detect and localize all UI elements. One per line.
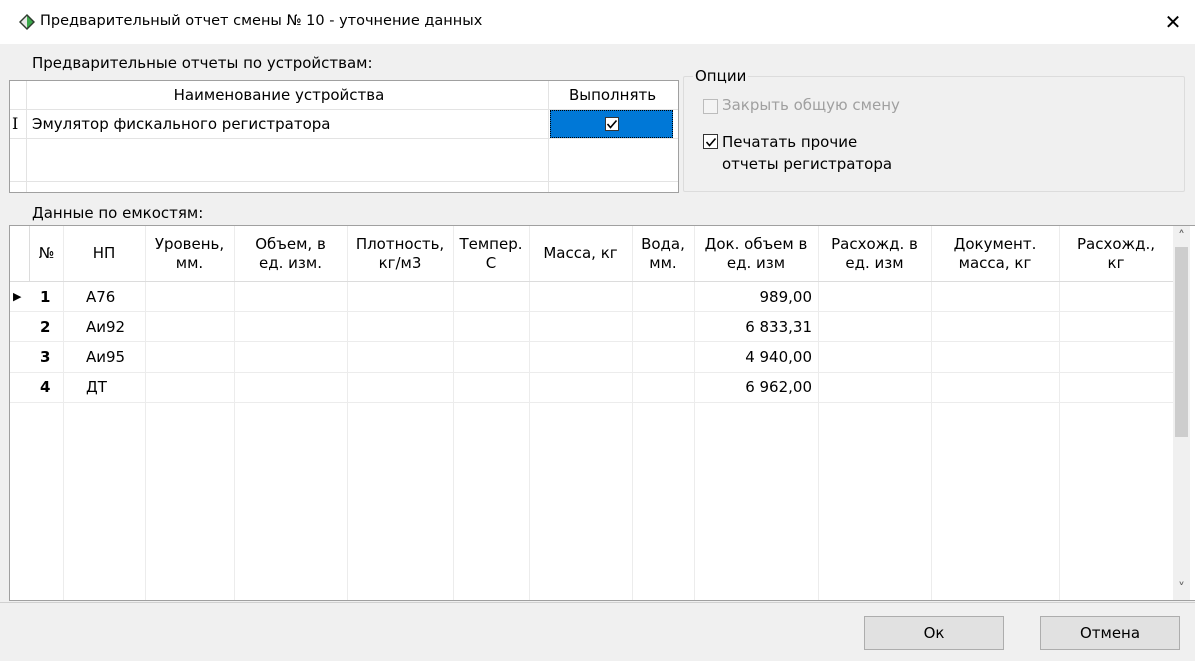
row-divider (10, 372, 1173, 373)
checkbox-box (703, 99, 718, 114)
row-np-cell: Аи92 (86, 318, 126, 336)
col-volume-header-line2: ед. изм. (259, 253, 322, 272)
column-divider (931, 226, 932, 600)
col-water-header[interactable]: Вода, мм. (632, 226, 694, 281)
column-divider (145, 226, 146, 600)
row-num-cell: 2 (40, 318, 51, 336)
col-water-header-line1: Вода, (641, 234, 685, 253)
close-shift-label: Закрыть общую смену (722, 96, 900, 114)
current-row-indicator-icon: ▶ (13, 290, 22, 303)
col-num-header[interactable]: № (30, 226, 63, 281)
checkbox-box (703, 134, 718, 149)
col-mass-header[interactable]: Масса, кг (529, 226, 632, 281)
window-title: Предварительный отчет смены № 10 - уточн… (40, 13, 483, 29)
col-water-header-line2: мм. (649, 253, 677, 272)
checkmark-icon (705, 137, 716, 147)
col-level-header-line1: Уровень, (154, 234, 225, 253)
col-temp-header[interactable]: Темпер. С (453, 226, 529, 281)
col-docvolume-header[interactable]: Док. объем в ед. изм (694, 226, 818, 281)
device-name-cell[interactable]: Эмулятор фискального регистратора (32, 110, 331, 138)
col-diff-header[interactable]: Расхожд. в ед. изм (818, 226, 931, 281)
devices-section-label: Предварительные отчеты по устройствам: (32, 54, 373, 72)
row-divider (10, 341, 1173, 342)
col-diff-header-line1: Расхожд. в (831, 234, 918, 253)
tanks-section-label: Данные по емкостям: (32, 204, 204, 222)
row-divider (10, 402, 1173, 403)
row-divider (10, 311, 1173, 312)
row-divider (10, 138, 678, 139)
devices-grid-header: Наименование устройства Выполнять (10, 81, 678, 110)
col-diffkg-header-line2: кг (1107, 253, 1125, 272)
col-density-header[interactable]: Плотность, кг/м3 (347, 226, 453, 281)
row-indicator-divider (26, 81, 27, 192)
row-docvolume-cell: 6 833,31 (745, 318, 812, 336)
tanks-grid[interactable]: № НП Уровень, мм. Объем, в ед. изм. Плотно… (9, 225, 1195, 601)
header-bottom-line (10, 281, 1173, 282)
column-divider (1059, 226, 1060, 600)
row-np-cell: Аи95 (86, 348, 126, 366)
row-divider (10, 181, 678, 182)
scrollbar-thumb[interactable] (1175, 247, 1188, 437)
app-icon (19, 14, 35, 30)
column-divider (818, 226, 819, 600)
column-divider (347, 226, 348, 600)
row-num-cell: 3 (40, 348, 51, 366)
close-icon: ✕ (1164, 10, 1182, 34)
col-volume-header[interactable]: Объем, в ед. изм. (234, 226, 347, 281)
close-button[interactable]: ✕ (1151, 0, 1195, 44)
print-other-reports-checkbox[interactable]: Печатать прочие отчеты регистратора (703, 131, 892, 175)
col-volume-header-line1: Объем, в (255, 234, 326, 253)
print-other-label-line1: Печатать прочие (722, 133, 858, 151)
header-divider (29, 226, 30, 281)
scroll-up-icon[interactable]: ˄ (1173, 226, 1190, 246)
row-np-cell: ДТ (86, 378, 107, 396)
column-divider (453, 226, 454, 600)
title-bar: Предварительный отчет смены № 10 - уточн… (0, 0, 1195, 44)
row-np-cell: А76 (86, 288, 116, 306)
col-diff-header-line2: ед. изм (845, 253, 904, 272)
column-divider (632, 226, 633, 600)
col-execute-header[interactable]: Выполнять (549, 81, 676, 109)
col-docvolume-header-line2: ед. изм (726, 253, 786, 272)
col-docmass-header-line2: масса, кг (958, 253, 1032, 272)
row-docvolume-cell: 4 940,00 (745, 348, 812, 366)
column-divider (234, 226, 235, 600)
execute-checkbox[interactable] (604, 117, 619, 131)
col-docmass-header-line1: Документ. (953, 234, 1037, 253)
col-temp-header-line1: Темпер. (459, 234, 523, 253)
column-divider (548, 81, 549, 192)
column-divider (529, 226, 530, 600)
ok-button[interactable]: Ок (864, 616, 1004, 650)
col-density-header-line2: кг/м3 (378, 253, 422, 272)
col-level-header[interactable]: Уровень, мм. (145, 226, 234, 281)
row-num-cell: 1 (40, 288, 51, 306)
row-indicator-cursor-icon: I (12, 114, 19, 133)
col-diffkg-header-line1: Расхожд., (1077, 234, 1155, 253)
close-shift-checkbox[interactable]: Закрыть общую смену (703, 96, 900, 114)
col-docmass-header[interactable]: Документ. масса, кг (931, 226, 1059, 281)
row-docvolume-cell: 989,00 (759, 288, 813, 306)
row-docvolume-cell: 6 962,00 (745, 378, 812, 396)
col-device-name-header[interactable]: Наименование устройства (10, 81, 548, 109)
checkmark-icon (606, 119, 617, 129)
vertical-scrollbar[interactable]: ˄ ˅ (1173, 226, 1190, 600)
col-diffkg-header[interactable]: Расхожд., кг (1059, 226, 1173, 281)
col-level-header-line2: мм. (175, 253, 204, 272)
column-divider (63, 226, 64, 600)
print-other-label-line2: отчеты регистратора (722, 155, 893, 173)
col-density-header-line1: Плотность, (355, 234, 445, 253)
options-group-label: Опции (693, 67, 749, 85)
col-np-header[interactable]: НП (63, 226, 145, 281)
col-docvolume-header-line1: Док. объем в (704, 234, 808, 253)
col-temp-header-line2: С (485, 253, 497, 272)
execute-cell[interactable] (550, 110, 673, 138)
row-num-cell: 4 (40, 378, 51, 396)
devices-grid[interactable]: Наименование устройства Выполнять I Эмул… (9, 80, 679, 193)
scroll-down-icon[interactable]: ˅ (1173, 580, 1190, 600)
cancel-button[interactable]: Отмена (1040, 616, 1180, 650)
footer-divider (0, 602, 1195, 603)
